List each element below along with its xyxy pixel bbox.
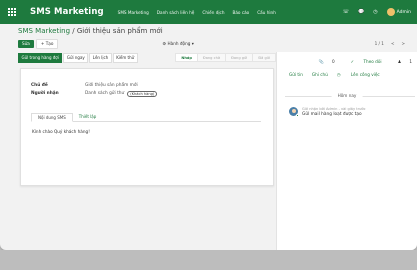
recipient-value[interactable]: Danh sách gửi thư bbox=[85, 91, 124, 97]
top-navbar: SMS Marketing SMS Marketing Danh sách li… bbox=[0, 0, 417, 24]
form-area: Chủ đề Giới thiệu sản phẩm mới Người nhậ… bbox=[18, 66, 276, 250]
main-menu: SMS Marketing Danh sách liên hệ Chiến dị… bbox=[118, 10, 284, 15]
schedule-activity-button[interactable]: ◷ Lên công việc bbox=[337, 72, 389, 77]
phone-icon[interactable]: ☏ bbox=[343, 9, 349, 15]
date-separator-label: Hôm nay bbox=[331, 93, 363, 98]
sms-body-text[interactable]: Kính chào Quý khách hàng! bbox=[32, 129, 90, 134]
chatter-panel: 📎 0 ✓ Theo dõi ♟ 1 Gửi tin Ghi chú ◷ Lên c… bbox=[276, 52, 417, 250]
stage-waiting[interactable]: Đang chờ bbox=[196, 53, 227, 62]
message-text: Gửi mail hàng loạt được tạo bbox=[302, 112, 362, 117]
check-icon: ✓ bbox=[350, 59, 356, 64]
message-avatar bbox=[289, 107, 299, 117]
breadcrumb-parent[interactable]: SMS Marketing bbox=[18, 27, 70, 35]
app-window: SMS Marketing SMS Marketing Danh sách li… bbox=[0, 0, 417, 250]
pager: 1 / 1 < > bbox=[368, 41, 417, 46]
stage-sending[interactable]: Đang gửi bbox=[225, 53, 254, 62]
follow-button[interactable]: ✓ Theo dõi bbox=[343, 59, 382, 65]
send-queue-button[interactable]: Gửi trong hàng đợi bbox=[18, 52, 63, 63]
action-dropdown[interactable]: ⚙ Hành động ▾ bbox=[162, 41, 193, 46]
menu-item-configuration[interactable]: Cấu hình bbox=[257, 10, 276, 15]
pager-prev-button[interactable]: < bbox=[391, 41, 395, 46]
send-message-button[interactable]: Gửi tin bbox=[289, 72, 303, 77]
action-label: Hành động bbox=[167, 41, 191, 46]
breadcrumb-row: SMS Marketing / Giới thiệu sản phẩm mới bbox=[0, 24, 417, 38]
menu-item-reports[interactable]: Báo cáo bbox=[232, 10, 249, 15]
breadcrumb-separator: / bbox=[72, 27, 75, 35]
chat-icon[interactable]: 💬 bbox=[358, 9, 364, 15]
control-panel: Sửa + Tạo ⚙ Hành động ▾ 1 / 1 < > bbox=[0, 38, 417, 49]
chatter-actions: Gửi tin Ghi chú ◷ Lên công việc bbox=[289, 72, 398, 77]
pager-next-button[interactable]: > bbox=[401, 41, 405, 46]
tab-settings[interactable]: Thiết lập bbox=[73, 113, 103, 121]
breadcrumb: SMS Marketing / Giới thiệu sản phẩm mới bbox=[18, 27, 163, 35]
tab-sms-content[interactable]: Nội dung SMS bbox=[31, 113, 73, 122]
breadcrumb-current: Giới thiệu sản phẩm mới bbox=[76, 27, 163, 35]
form-sheet: Chủ đề Giới thiệu sản phẩm mới Người nhậ… bbox=[20, 68, 274, 186]
apps-menu-icon[interactable] bbox=[0, 0, 24, 24]
clock-icon: ◷ bbox=[336, 72, 342, 77]
attachment-count[interactable]: 📎 0 bbox=[311, 59, 335, 65]
subject-field: Chủ đề Giới thiệu sản phẩm mới bbox=[31, 83, 138, 88]
test-button[interactable]: Kiểm thử bbox=[112, 52, 138, 63]
online-status-icon bbox=[296, 114, 299, 117]
subject-label: Chủ đề bbox=[31, 83, 48, 88]
menu-item-campaigns[interactable]: Chiến dịch bbox=[202, 10, 224, 15]
app-brand[interactable]: SMS Marketing bbox=[30, 7, 104, 17]
chatter-message: Gửi nhận bởi Admin - vài giây trước Gửi … bbox=[289, 107, 366, 117]
log-note-button[interactable]: Ghi chú bbox=[312, 72, 328, 77]
subject-value[interactable]: Giới thiệu sản phẩm mới bbox=[85, 83, 138, 88]
schedule-button[interactable]: Lên lịch bbox=[89, 52, 112, 63]
followers-button[interactable]: ♟ 1 bbox=[390, 59, 412, 65]
schedule-activity-label: Lên công việc bbox=[350, 72, 380, 77]
chatter-topbar: 📎 0 ✓ Theo dõi ♟ 1 bbox=[277, 59, 417, 65]
person-icon: ♟ bbox=[397, 59, 402, 64]
user-menu[interactable]: Admin bbox=[397, 10, 411, 15]
message-header: Gửi nhận bởi Admin - vài giây trước bbox=[302, 107, 366, 111]
paperclip-icon: 📎 bbox=[318, 59, 324, 64]
edit-button[interactable]: Sửa bbox=[18, 39, 34, 48]
message-content: Gửi nhận bởi Admin - vài giây trước Gửi … bbox=[302, 107, 366, 117]
menu-item-sms-marketing[interactable]: SMS Marketing bbox=[118, 10, 149, 15]
recipient-tag[interactable]: (Khách hàng) bbox=[127, 91, 158, 97]
recipient-label: Người nhận bbox=[31, 91, 59, 96]
status-header: Gửi trong hàng đợi Gửi ngay Lên lịch Kiể… bbox=[18, 52, 276, 63]
pager-value[interactable]: 1 / 1 bbox=[375, 41, 384, 46]
stage-draft[interactable]: Nháp bbox=[175, 53, 198, 62]
background-area bbox=[0, 250, 417, 270]
activity-icon[interactable]: ◷ bbox=[373, 9, 377, 15]
navbar-right: ☏ 💬 ◷ Admin bbox=[334, 8, 417, 16]
form-tabs: Nội dung SMS Thiết lập bbox=[31, 113, 261, 122]
chevron-down-icon: ▾ bbox=[190, 41, 194, 46]
stage-statusbar: Nháp Đang chờ Đang gửi Đã gửi bbox=[175, 53, 276, 62]
send-now-button[interactable]: Gửi ngay bbox=[63, 52, 89, 63]
user-avatar[interactable] bbox=[386, 8, 395, 16]
create-button[interactable]: + Tạo bbox=[35, 38, 59, 49]
followers-count: 1 bbox=[409, 59, 412, 64]
stage-sent[interactable]: Đã gửi bbox=[252, 53, 276, 62]
follow-label: Theo dõi bbox=[363, 59, 382, 64]
recipient-field: Người nhận Danh sách gửi thư (Khách hàng… bbox=[31, 91, 158, 97]
attachment-count-value: 0 bbox=[331, 59, 335, 64]
menu-item-contact-lists[interactable]: Danh sách liên hệ bbox=[157, 10, 195, 15]
